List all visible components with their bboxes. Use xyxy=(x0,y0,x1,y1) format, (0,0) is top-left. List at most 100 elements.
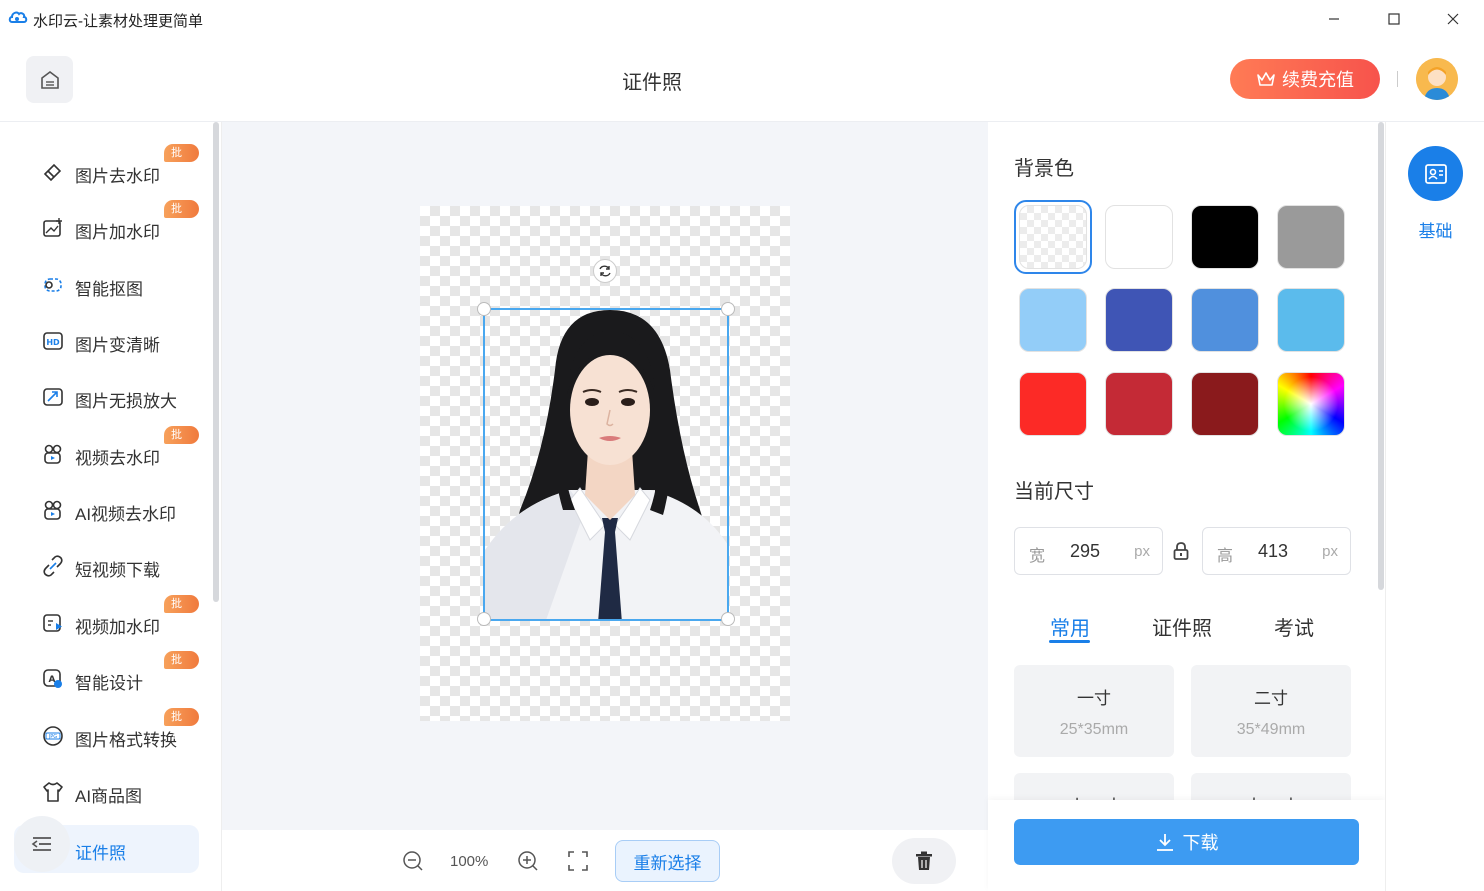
title-bar: 水印云-让素材处理更简单 xyxy=(0,0,1484,38)
preset-two-inch[interactable]: 二寸 35*49mm xyxy=(1191,665,1351,757)
sidebar-item-image-watermark-remove[interactable]: 图片去水印 批量 xyxy=(14,144,199,196)
basic-mode-button[interactable] xyxy=(1408,146,1463,201)
background-color-title: 背景色 xyxy=(1014,158,1074,180)
sidebar-item-label: 视频去水印 xyxy=(75,449,160,468)
active-tab-indicator xyxy=(1049,640,1090,643)
height-value[interactable]: 413 xyxy=(1258,541,1288,562)
zoom-in-button[interactable] xyxy=(517,850,539,872)
delete-button[interactable] xyxy=(892,838,956,884)
panel-scrollbar[interactable] xyxy=(1378,122,1384,590)
enlarge-icon xyxy=(43,388,63,406)
swatch-dark-red[interactable] xyxy=(1191,372,1259,436)
close-button[interactable] xyxy=(1442,8,1464,30)
swatch-custom-color-picker[interactable] xyxy=(1277,372,1345,436)
tab-common[interactable]: 常用 xyxy=(1050,612,1090,641)
link-icon xyxy=(43,555,63,577)
download-label: 下载 xyxy=(1182,833,1219,853)
swatch-gray[interactable] xyxy=(1277,205,1345,269)
resize-handle-top-left[interactable] xyxy=(477,302,491,316)
svg-text:HD: HD xyxy=(46,338,60,347)
sidebar-item-label: 图片无损放大 xyxy=(75,392,177,411)
width-field[interactable]: 宽 295 px xyxy=(1014,527,1163,575)
settings-panel: 背景色 当前尺寸 宽 295 px 高 413 px 常用 证件照 考试 一寸 … xyxy=(988,122,1385,891)
resize-handle-top-right[interactable] xyxy=(721,302,735,316)
width-label: 宽 xyxy=(1029,548,1046,565)
sidebar-item-video-watermark-remove[interactable]: 视频去水印 批量 xyxy=(14,426,199,478)
sidebar-item-image-upscale[interactable]: 图片无损放大 xyxy=(14,373,199,421)
svg-text:JPG: JPG xyxy=(48,734,57,740)
current-size-title: 当前尺寸 xyxy=(1014,481,1094,503)
download-button[interactable]: 下载 xyxy=(1014,819,1359,865)
sidebar-item-ai-video-watermark-remove[interactable]: AI视频去水印 xyxy=(14,486,199,534)
sidebar-item-smart-design[interactable]: A 智能设计 批量 xyxy=(14,651,199,703)
width-value[interactable]: 295 xyxy=(1070,541,1100,562)
home-icon xyxy=(40,70,59,89)
sidebar-item-video-watermark-add[interactable]: 视频加水印 批量 xyxy=(14,595,199,647)
id-photo-selection[interactable] xyxy=(483,308,729,621)
swatch-dark-blue[interactable] xyxy=(1105,288,1173,352)
avatar[interactable] xyxy=(1416,58,1458,100)
swatch-crimson[interactable] xyxy=(1105,372,1173,436)
reselect-button[interactable]: 重新选择 xyxy=(615,840,720,882)
sidebar-item-ai-product-image[interactable]: AI商品图 xyxy=(14,768,199,816)
sidebar-item-short-video-download[interactable]: 短视频下载 xyxy=(14,542,199,590)
zoom-out-icon xyxy=(403,851,423,871)
home-button[interactable] xyxy=(26,56,73,103)
resize-handle-bottom-right[interactable] xyxy=(721,612,735,626)
sidebar-item-label: AI视频去水印 xyxy=(75,505,177,524)
eraser-icon xyxy=(43,163,62,182)
swatch-sky-blue[interactable] xyxy=(1277,288,1345,352)
sidebar-item-label: 证件照 xyxy=(75,844,126,863)
right-rail: 基础 xyxy=(1385,122,1484,891)
maximize-icon xyxy=(1388,13,1400,25)
avatar-icon xyxy=(1416,58,1458,100)
page-title: 证件照 xyxy=(622,72,682,94)
swatch-black[interactable] xyxy=(1191,205,1259,269)
batch-badge: 批量 xyxy=(164,651,199,684)
video-add-icon xyxy=(43,614,62,632)
tab-exam[interactable]: 考试 xyxy=(1274,612,1314,641)
resize-handle-bottom-left[interactable] xyxy=(477,612,491,626)
trash-icon xyxy=(916,851,932,870)
swatch-white[interactable] xyxy=(1105,205,1173,269)
preset-one-inch[interactable]: 一寸 25*35mm xyxy=(1014,665,1174,757)
sidebar-item-image-enhance[interactable]: HD 图片变清晰 xyxy=(14,317,199,365)
sidebar-item-label: 智能抠图 xyxy=(75,280,143,299)
menu-collapse-icon xyxy=(31,837,51,851)
swatch-transparent[interactable] xyxy=(1019,205,1087,269)
shirt-icon xyxy=(43,782,63,802)
lock-aspect-icon[interactable] xyxy=(1171,541,1191,561)
batch-badge: 批量 xyxy=(164,708,199,741)
minimize-icon xyxy=(1329,18,1339,20)
swatch-red[interactable] xyxy=(1019,372,1087,436)
app-window: 水印云-让素材处理更简单 证件照 续费充值 图片去水印 批量 图片加水印 批量 … xyxy=(0,0,1484,891)
fit-screen-button[interactable] xyxy=(567,850,589,872)
rotate-handle[interactable] xyxy=(593,259,617,283)
window-title: 水印云-让素材处理更简单 xyxy=(33,13,203,30)
sidebar-item-label: 视频加水印 xyxy=(75,618,160,637)
swatch-blue[interactable] xyxy=(1191,288,1259,352)
rotate-icon xyxy=(599,265,611,277)
height-unit: px xyxy=(1322,543,1338,560)
zoom-out-button[interactable] xyxy=(402,850,424,872)
crown-icon xyxy=(1257,72,1275,86)
sidebar-collapse-button[interactable] xyxy=(14,816,70,872)
sidebar-scrollbar[interactable] xyxy=(213,122,219,602)
canvas-toolbar: 100% 重新选择 xyxy=(222,830,988,891)
tab-id-photo[interactable]: 证件照 xyxy=(1152,612,1212,641)
preset-dimensions: 25*35mm xyxy=(1059,721,1129,738)
sidebar-item-image-watermark-add[interactable]: 图片加水印 批量 xyxy=(14,200,199,252)
height-field[interactable]: 高 413 px xyxy=(1202,527,1351,575)
jpg-icon: JPG xyxy=(43,726,63,746)
sidebar-item-smart-cutout[interactable]: 智能抠图 xyxy=(14,261,199,309)
recharge-button[interactable]: 续费充值 xyxy=(1230,59,1380,99)
batch-badge: 批量 xyxy=(164,200,199,233)
ai-video-icon xyxy=(44,500,62,520)
sidebar-item-format-convert[interactable]: JPG 图片格式转换 批量 xyxy=(14,708,199,760)
minimize-button[interactable] xyxy=(1323,8,1345,30)
portrait-photo xyxy=(485,310,727,619)
editor-canvas[interactable] xyxy=(222,122,988,830)
maximize-button[interactable] xyxy=(1383,8,1405,30)
swatch-light-blue[interactable] xyxy=(1019,288,1087,352)
sidebar-item-label: 图片格式转换 xyxy=(75,731,177,750)
